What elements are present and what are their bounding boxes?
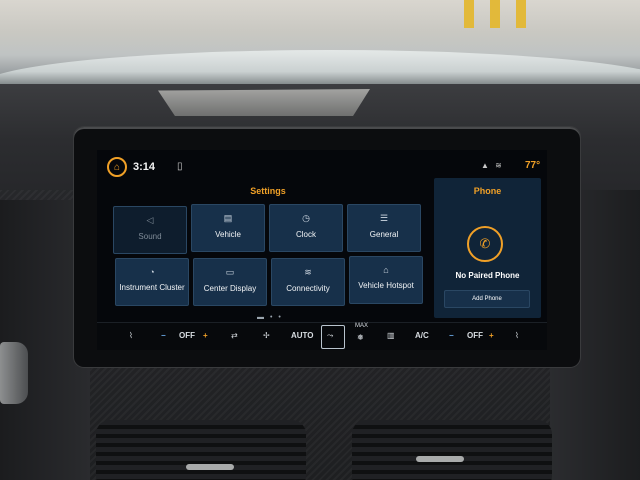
clock-icon: ◷ (302, 213, 310, 223)
hotspot-icon: ⌂ (383, 265, 389, 275)
speaker-icon: ◁ (146, 215, 154, 225)
tile-vehicle[interactable]: ▤ Vehicle (191, 204, 265, 252)
settings-panel: Settings ◁ Sound ▤ Vehicle ◷ Clock ☰ Gen… (105, 184, 431, 324)
ac-button[interactable]: A/C (415, 331, 429, 340)
tile-sound[interactable]: ◁ Sound (113, 206, 187, 254)
phone-icon[interactable]: ▯ (177, 161, 183, 172)
parking-pillar (516, 0, 526, 28)
phone-handset-icon[interactable]: ✆ (467, 226, 503, 262)
tile-general[interactable]: ☰ General (347, 204, 421, 252)
vent-tab (416, 456, 464, 462)
page-indicator: ▬ • • (257, 314, 283, 321)
sliders-icon: ☰ (379, 213, 389, 223)
airflow-icon[interactable]: ⤳ (327, 331, 333, 341)
add-phone-button[interactable]: Add Phone (444, 290, 530, 308)
seat-heat-left-icon[interactable]: ⌇ (129, 331, 133, 340)
recirculate-icon[interactable]: ⇄ (231, 331, 238, 340)
wifi-icon: ≋ (304, 267, 312, 277)
fan-icon[interactable]: ✢ (263, 331, 270, 340)
parking-pillar (464, 0, 474, 28)
vent-tab (186, 464, 234, 470)
tile-vehicle-hotspot[interactable]: ⌂ Vehicle Hotspot (349, 256, 423, 304)
tile-label: Vehicle Hotspot (358, 281, 414, 290)
phone-status: No Paired Phone (455, 271, 520, 280)
temp-down-left-button[interactable]: − (161, 331, 166, 340)
tile-label: Center Display (203, 284, 257, 293)
tile-clock[interactable]: ◷ Clock (269, 204, 343, 252)
clock-time: 3:14 (133, 161, 156, 173)
temp-up-right-button[interactable]: + (489, 331, 494, 340)
climate-bar: ⌇ − OFF + ⇄ ✢ AUTO ⤳ MAX ❅ ▥ A/C − OFF +… (97, 322, 547, 350)
air-vent-right (352, 420, 552, 480)
infotainment-screen: ⌂ 3:14 ▯ ▲ ≋ 77° Settings ◁ Sound ▤ Vehi… (97, 150, 547, 350)
tile-label: Connectivity (286, 284, 330, 293)
tile-label: Vehicle (215, 230, 241, 239)
max-defrost-label: MAX (355, 323, 369, 329)
tile-label: Sound (138, 232, 162, 241)
tile-center-display[interactable]: ▭ Center Display (193, 258, 267, 306)
tile-instrument-cluster[interactable]: ◔ Instrument Cluster (115, 258, 189, 306)
outside-temperature: 77° (525, 160, 541, 171)
signal-icon: ▲ ≋ (481, 161, 504, 170)
home-icon[interactable]: ⌂ (107, 157, 127, 177)
vehicle-icon: ▤ (223, 213, 233, 223)
tile-label: Clock (295, 230, 316, 239)
right-temp-off[interactable]: OFF (467, 331, 483, 340)
air-vent-left (96, 420, 306, 480)
max-defrost-icon[interactable]: ❅ (357, 333, 364, 342)
phone-panel: Phone ✆ No Paired Phone Add Phone (434, 178, 541, 318)
tile-connectivity[interactable]: ≋ Connectivity (271, 258, 345, 306)
tile-label: Instrument Cluster (119, 283, 185, 292)
temp-up-left-button[interactable]: + (203, 331, 208, 340)
phone-title: Phone (473, 186, 502, 196)
gauge-icon: ◔ (149, 267, 155, 277)
door-handle (0, 342, 28, 404)
auto-climate-button[interactable]: AUTO (291, 331, 314, 340)
temp-down-right-button[interactable]: − (449, 331, 454, 340)
left-temp-off[interactable]: OFF (179, 331, 195, 340)
settings-title: Settings (250, 186, 286, 196)
rear-defrost-icon[interactable]: ▥ (387, 331, 395, 340)
car-interior-photo: ⌂ 3:14 ▯ ▲ ≋ 77° Settings ◁ Sound ▤ Vehi… (0, 0, 640, 480)
seat-heat-right-icon[interactable]: ⌇ (515, 331, 519, 340)
tile-label: General (369, 230, 399, 239)
defrost-vent-cover (158, 89, 370, 116)
display-icon: ▭ (225, 267, 235, 277)
parking-pillar (490, 0, 500, 28)
